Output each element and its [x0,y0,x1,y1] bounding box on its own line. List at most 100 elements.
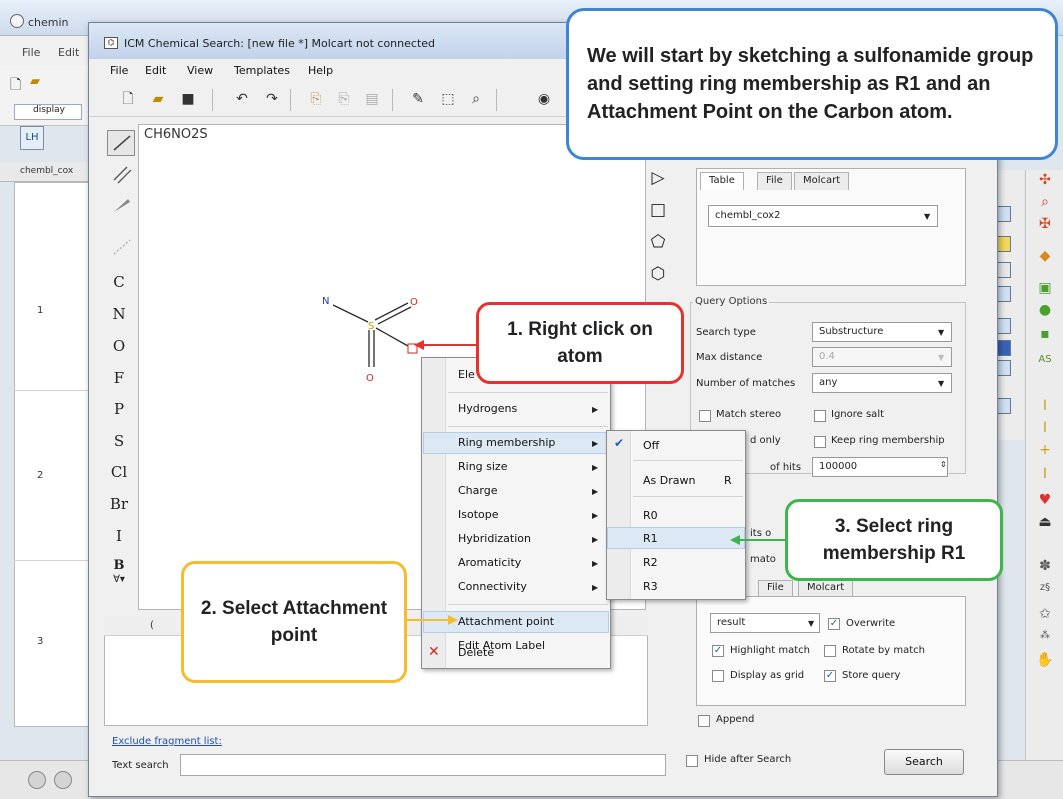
atom-n-label[interactable]: N [322,296,329,307]
magnify-icon[interactable]: ⌕ [1036,194,1054,210]
tab-output-molcart[interactable]: Molcart [798,580,854,596]
element-i[interactable]: I [104,527,134,545]
append-checkbox[interactable] [698,715,710,727]
output-target-select[interactable]: result [710,613,820,633]
menu-item-charge[interactable]: Charge [458,484,497,497]
hide-after-search-checkbox[interactable] [686,755,698,767]
table-select[interactable]: chembl_cox2 [708,205,938,227]
undo-icon[interactable]: ↶ [232,89,252,109]
search-button[interactable]: Search [884,749,964,775]
menu-item-isotope[interactable]: Isotope [458,508,499,521]
open-icon[interactable]: ▰ [148,89,168,109]
atom-icon[interactable]: ✽ [1036,558,1054,574]
bg-menu-edit[interactable]: Edit [58,46,79,59]
menu-item-ring-size[interactable]: Ring size [458,460,507,473]
text-search-input[interactable] [180,754,666,776]
element-o[interactable]: O [104,337,134,355]
max-hits-input[interactable]: 100000 [812,457,948,477]
display-as-grid-checkbox[interactable] [712,670,724,682]
tab-output-file[interactable]: File [758,580,793,596]
menu-item-ring-membership[interactable]: Ring membership [458,436,555,449]
element-br[interactable]: Br [104,495,134,513]
star-icon[interactable]: ✩ [1036,606,1054,622]
menu-file[interactable]: File [110,64,128,77]
rotate-by-match-checkbox[interactable] [824,645,836,657]
eraser-icon[interactable]: ✎ [408,89,428,109]
ignore-salt-checkbox[interactable] [814,410,826,422]
copy-icon[interactable]: ⎘ [306,89,326,109]
element-f[interactable]: F [104,369,134,387]
menu-item-delete[interactable]: Delete [458,646,494,659]
measure1-icon[interactable]: I [1036,398,1054,414]
element-b[interactable]: B [104,558,134,573]
submenu-item-r1[interactable]: R1 [643,532,658,545]
overwrite-checkbox[interactable]: ✓ [828,618,840,630]
new-icon[interactable]: 🗋 [118,89,138,109]
bg-menu-file[interactable]: File [22,46,40,59]
number-of-matches-select[interactable]: any [812,373,952,393]
element-p[interactable]: P [104,400,134,418]
submenu-item-r3[interactable]: R3 [643,580,658,593]
atom-s-label[interactable]: S [368,321,374,332]
select-icon[interactable]: ⬚ [438,89,458,109]
color-icon[interactable]: ◆ [1036,248,1054,264]
submenu-item-r0[interactable]: R0 [643,509,658,522]
menu-item-element[interactable]: Ele [458,368,475,381]
atom-o2-label[interactable]: O [366,373,374,384]
lh-button[interactable]: LH [20,126,44,150]
store-query-checkbox[interactable]: ✓ [824,670,836,682]
menu-item-hydrogens[interactable]: Hydrogens [458,402,517,415]
spinner-icon[interactable]: ⇕ [940,460,947,469]
menu-item-aromaticity[interactable]: Aromaticity [458,556,521,569]
menu-item-attachment-point[interactable]: Attachment point [458,615,554,628]
element-n[interactable]: N [104,305,134,323]
green-small-icon[interactable]: ▪ [1036,326,1054,342]
menu-templates[interactable]: Templates [234,64,290,77]
menu-item-connectivity[interactable]: Connectivity [458,580,527,593]
redo-icon[interactable]: ↷ [262,89,282,109]
stop-icon[interactable] [28,771,46,789]
tab-table[interactable]: Table [700,172,744,190]
exclude-fragment-list-link[interactable]: Exclude fragment list: [112,736,222,747]
triangle-tool-icon[interactable]: ▷ [648,168,668,188]
square-tool-icon[interactable]: □ [648,200,668,220]
menu-edit[interactable]: Edit [145,64,166,77]
bg-new-icon[interactable]: 🗋 [10,74,21,98]
element-s[interactable]: S [104,432,134,450]
target-icon[interactable]: ◉ [534,89,554,109]
menu-help[interactable]: Help [308,64,333,77]
atom-o1-label[interactable]: O [410,297,418,308]
label-as-icon[interactable]: AS [1036,354,1054,365]
menu-view[interactable]: View [187,64,213,77]
double-bond-icon[interactable] [112,166,132,184]
more-elements-icon[interactable]: ∀▾ [104,574,134,585]
element-cl[interactable]: Cl [104,463,134,481]
wedge-bond-icon[interactable] [112,196,132,214]
lasso-icon[interactable]: ⌕ [466,89,486,109]
hexagon-tool-icon[interactable]: ⬡ [648,264,668,284]
pentagon-tool-icon[interactable]: ⬠ [648,232,668,252]
measure2-icon[interactable]: I [1036,420,1054,436]
search-type-select[interactable]: Substructure [812,322,952,342]
heart-icon[interactable]: ♥ [1036,492,1054,508]
move-icon[interactable]: ✣ [1036,172,1054,188]
zoom-label-icon[interactable]: z§ [1036,582,1054,593]
match-stereo-checkbox[interactable] [699,410,711,422]
submenu-item-off[interactable]: Off [643,439,659,452]
element-c[interactable]: C [104,273,134,291]
dashed-bond-icon[interactable] [112,238,132,256]
hand-icon[interactable]: ✋ [1036,652,1054,668]
cut-icon[interactable]: ⎘ [334,89,354,109]
highlight-match-checkbox[interactable]: ✓ [712,645,724,657]
paste-icon[interactable]: ▤ [362,89,382,109]
keep-ring-membership-checkbox[interactable] [814,436,826,448]
rotate-icon[interactable]: ✠ [1036,216,1054,232]
tab-display[interactable]: display [14,104,82,120]
tab-chembl-cox[interactable]: chembl_cox [20,166,73,176]
green-box-icon[interactable]: ▣ [1036,280,1054,296]
max-distance-select[interactable]: 0.4 [812,347,952,367]
menu-item-hybridization[interactable]: Hybridization [458,532,531,545]
dots-icon[interactable]: ⁂ [1036,630,1054,641]
network-icon[interactable] [54,771,72,789]
tab-molcart[interactable]: Molcart [794,172,850,190]
